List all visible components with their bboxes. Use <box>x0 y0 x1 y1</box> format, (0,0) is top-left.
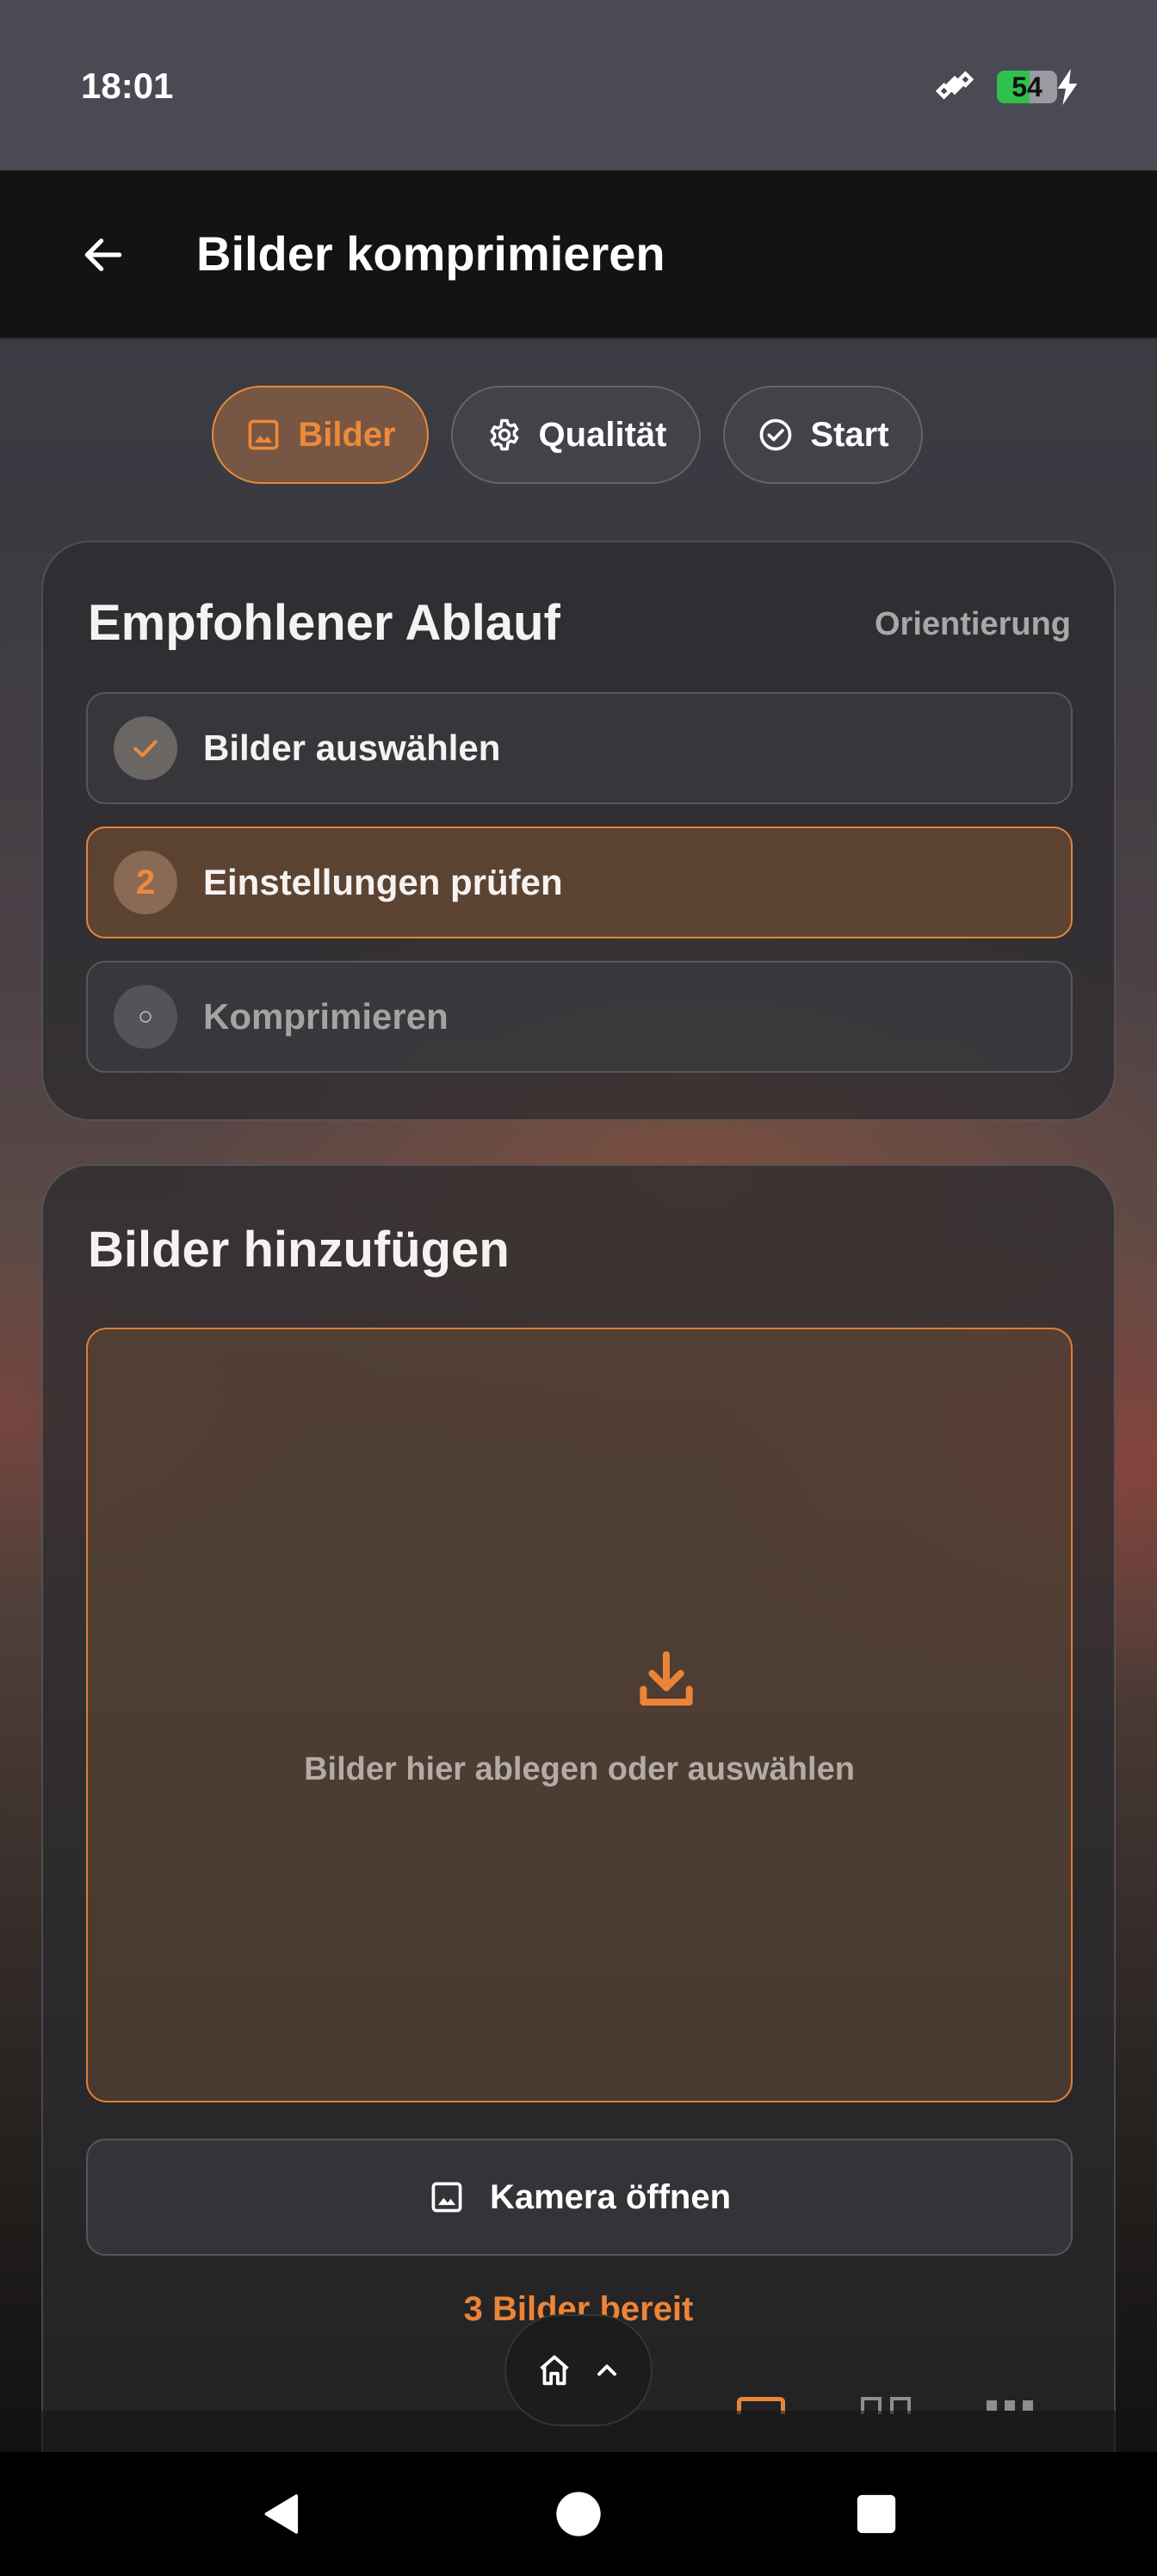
step-label: Bilder auswählen <box>203 728 501 768</box>
step-tabs: Bilder Qualität Start <box>0 386 1157 484</box>
image-icon <box>248 419 279 450</box>
step-label: Einstellungen prüfen <box>203 862 563 902</box>
workflow-title: Empfohlener Ablauf <box>88 595 560 651</box>
app-bar: Bilder komprimieren <box>0 170 1157 339</box>
workflow-tag: Orientierung <box>874 606 1071 642</box>
tab-label: Qualität <box>538 415 667 454</box>
image-icon <box>431 2182 462 2213</box>
check-circle-icon <box>760 418 792 451</box>
open-camera-button[interactable]: Kamera öffnen <box>86 2139 1073 2256</box>
step-number: 2 <box>114 851 177 914</box>
back-button[interactable] <box>69 220 138 289</box>
satellite-icon <box>935 71 974 100</box>
page-title: Bilder komprimieren <box>196 226 665 281</box>
home-circle-icon[interactable] <box>554 2490 603 2542</box>
workflow-card: Empfohlener Ablauf Orientierung Bilder a… <box>41 541 1116 1121</box>
pending-circle-icon: ○ <box>114 985 177 1049</box>
tab-start[interactable]: Start <box>723 386 923 484</box>
add-images-title: Bilder hinzufügen <box>88 1222 510 1278</box>
step-komprimieren[interactable]: ○ Komprimieren <box>86 961 1073 1073</box>
status-time: 18:01 <box>81 65 174 106</box>
chevron-up-icon <box>597 2364 616 2376</box>
system-nav-bar <box>0 2452 1157 2576</box>
step-label: Komprimieren <box>203 996 449 1037</box>
step-einstellungen-pruefen[interactable]: 2 Einstellungen prüfen <box>86 827 1073 938</box>
battery-icon: 54 <box>997 71 1057 103</box>
battery-level: 54 <box>1012 71 1043 102</box>
home-button[interactable] <box>504 2314 653 2426</box>
arrow-left-icon <box>84 238 122 271</box>
camera-label: Kamera öffnen <box>489 2177 732 2216</box>
gear-icon <box>490 418 518 451</box>
home-icon <box>540 2355 569 2386</box>
recents-square-icon[interactable] <box>852 2490 900 2542</box>
check-icon <box>114 716 177 780</box>
tab-label: Bilder <box>298 415 396 454</box>
add-images-card: Bilder hinzufügen Bilder hier ablegen od… <box>41 1164 1116 2455</box>
dropzone-hint: Bilder hier ablegen oder auswählen <box>304 1751 855 1787</box>
tab-qualitaet[interactable]: Qualität <box>451 386 701 484</box>
download-tray-icon <box>640 1651 693 1706</box>
image-dropzone[interactable]: Bilder hier ablegen oder auswählen <box>86 1328 1073 2102</box>
status-bar: 18:01 54 <box>0 0 1157 170</box>
tab-label: Start <box>810 415 889 454</box>
back-triangle-icon[interactable] <box>258 2490 306 2542</box>
step-bilder-auswaehlen[interactable]: Bilder auswählen <box>86 692 1073 804</box>
charging-bolt-icon <box>1057 69 1078 105</box>
tab-bilder[interactable]: Bilder <box>212 386 429 484</box>
